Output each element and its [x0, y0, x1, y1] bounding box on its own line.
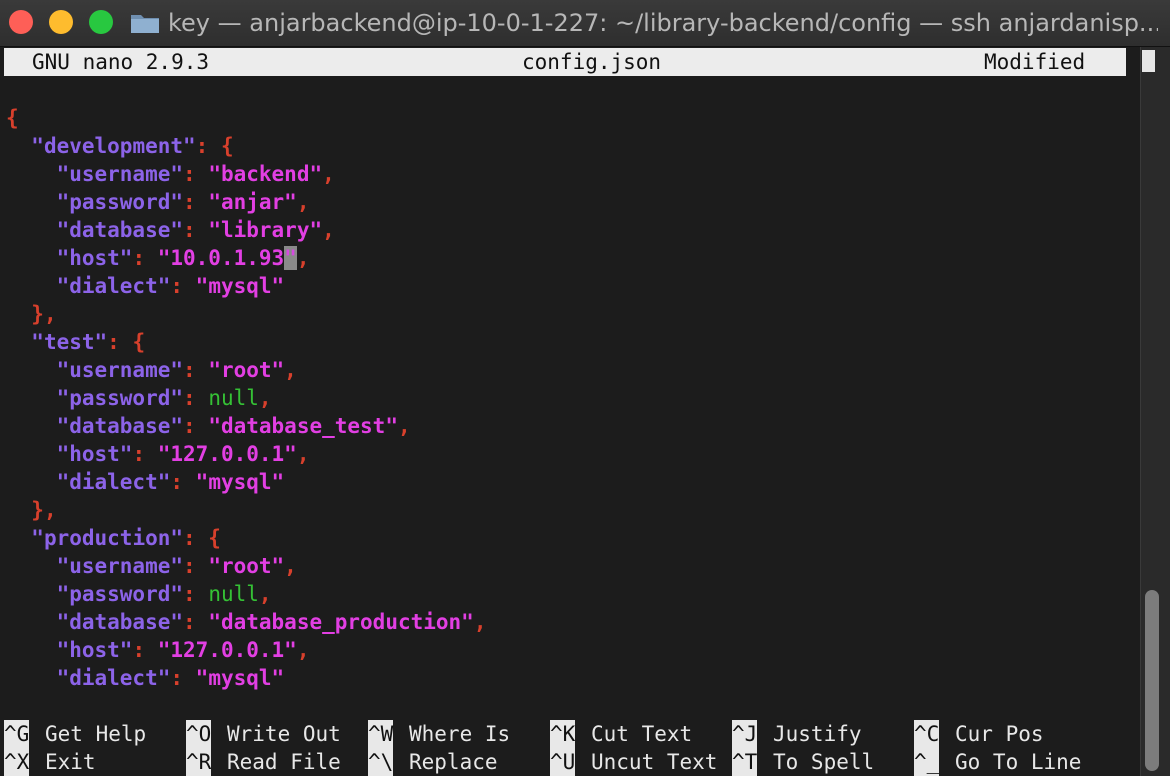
shortcut-label: Uncut Text	[591, 750, 718, 774]
shortcut-key: ^J	[732, 720, 758, 748]
code-line: "database": "library",	[56, 218, 335, 242]
entry-value: "anjar"	[208, 190, 297, 214]
entry-key: "username"	[56, 554, 184, 578]
code-line: "host": "127.0.0.1",	[56, 638, 310, 662]
shortcut-label: Exit	[45, 750, 96, 774]
entry-key: "dialect"	[56, 274, 171, 298]
section-key: "development"	[31, 134, 196, 158]
minimize-window-button[interactable]	[49, 10, 73, 34]
entry-key: "database"	[56, 414, 184, 438]
code-line: "dialect": "mysql"	[56, 470, 285, 494]
window-title: key — anjarbackend@ip-10-0-1-227: ~/libr…	[168, 9, 1158, 37]
shortcut-key: ^W	[368, 720, 394, 748]
shortcut-key: ^R	[186, 748, 212, 776]
nano-version: GNU nano 2.9.3	[32, 50, 210, 74]
open-brace: {	[6, 106, 19, 130]
entry-value: "mysql"	[195, 666, 285, 690]
entry-key: "database"	[56, 218, 184, 242]
shortcut-key: ^C	[914, 720, 940, 748]
code-line: "production": {	[31, 526, 221, 550]
entry-key: "dialect"	[56, 470, 171, 494]
entry-key: "password"	[56, 386, 184, 410]
entry-key: "password"	[56, 582, 184, 606]
shortcut-label: Cut Text	[591, 722, 693, 746]
shortcut-key: ^X	[4, 748, 30, 776]
shortcut-key: ^G	[4, 720, 30, 748]
section-key: "test"	[31, 330, 108, 354]
entry-value: null	[208, 582, 259, 606]
entry-key: "host"	[56, 442, 133, 466]
shortcut-label: To Spell	[773, 750, 875, 774]
entry-value: "backend"	[208, 162, 323, 186]
code-line: {	[6, 104, 19, 132]
code-line: "test": {	[31, 330, 146, 354]
shortcut-key: ^U	[550, 748, 576, 776]
code-line: "dialect": "mysql"	[56, 666, 285, 690]
shortcut-key: ^O	[186, 720, 212, 748]
shortcut-label: Cur Pos	[955, 722, 1044, 746]
code-line: "password": null,	[56, 582, 272, 606]
code-line: "database": "database_production",	[56, 610, 487, 634]
entry-value: "mysql"	[195, 274, 285, 298]
nano-title-bar: GNU nano 2.9.3 config.json Modified	[4, 48, 1126, 76]
code-line: "host": "127.0.0.1",	[56, 442, 310, 466]
shortcut-label: Replace	[409, 750, 498, 774]
scrollbar-top-marker	[1142, 50, 1155, 72]
code-line: "host": "10.0.1.93",	[56, 246, 310, 270]
close-window-button[interactable]	[9, 10, 33, 34]
code-line: },	[31, 302, 57, 326]
entry-value: null	[208, 386, 259, 410]
entry-key: "username"	[56, 162, 184, 186]
entry-value: "127.0.0.1"	[157, 638, 297, 662]
shortcut-key: ^T	[732, 748, 758, 776]
scrollbar-thumb[interactable]	[1145, 590, 1159, 771]
code-line: "dialect": "mysql"	[56, 274, 285, 298]
entry-value: "mysql"	[195, 470, 285, 494]
entry-value: "database_production"	[208, 610, 474, 634]
entry-key: "host"	[56, 638, 133, 662]
code-line: "username": "root",	[56, 358, 297, 382]
code-line: "username": "root",	[56, 554, 297, 578]
entry-key: "dialect"	[56, 666, 171, 690]
code-line: "development": {	[31, 134, 234, 158]
zoom-window-button[interactable]	[89, 10, 113, 34]
entry-value: "10.0.1.93	[157, 246, 285, 270]
shortcut-label: Write Out	[227, 722, 341, 746]
code-line: "password": null,	[56, 386, 272, 410]
text-cursor: "	[284, 246, 297, 270]
code-line: "username": "backend",	[56, 162, 335, 186]
folder-icon	[131, 15, 159, 33]
shortcut-key: ^_	[914, 748, 940, 776]
entry-key: "host"	[56, 246, 133, 270]
shortcut-label: Get Help	[45, 722, 147, 746]
section-key: "production"	[31, 526, 184, 550]
shortcut-label: Where Is	[409, 722, 511, 746]
entry-value: "root"	[208, 358, 285, 382]
shortcut-key: ^K	[550, 720, 576, 748]
entry-key: "database"	[56, 610, 184, 634]
code-line: },	[31, 498, 57, 522]
window-titlebar: key — anjarbackend@ip-10-0-1-227: ~/libr…	[0, 0, 1170, 47]
shortcut-label: Justify	[773, 722, 862, 746]
entry-key: "username"	[56, 358, 184, 382]
entry-value: "database_test"	[208, 414, 398, 438]
code-line: "database": "database_test",	[56, 414, 411, 438]
nano-status: Modified	[984, 50, 1086, 74]
entry-value: "root"	[208, 554, 285, 578]
entry-value: "library"	[208, 218, 323, 242]
shortcut-label: Go To Line	[955, 750, 1082, 774]
nano-filename: config.json	[522, 50, 662, 74]
shortcut-label: Read File	[227, 750, 341, 774]
entry-value: "127.0.0.1"	[157, 442, 297, 466]
shortcut-key: ^\	[368, 748, 394, 776]
entry-key: "password"	[56, 190, 184, 214]
code-line: "password": "anjar",	[56, 190, 310, 214]
